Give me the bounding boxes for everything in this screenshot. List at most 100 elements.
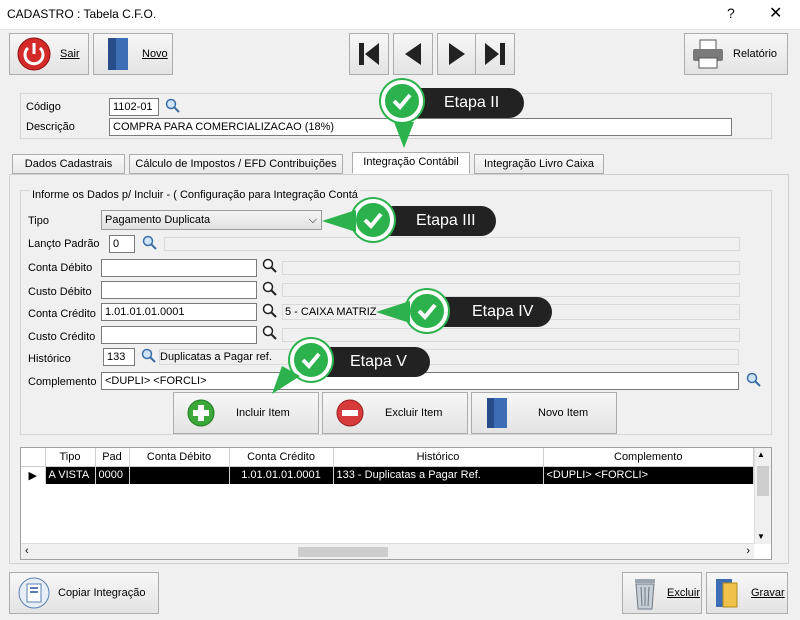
cell-complemento[interactable]: <DUPLI> <FORCLI> [543, 466, 754, 484]
complemento-label: Complemento [28, 376, 97, 388]
first-record-button[interactable] [349, 33, 389, 75]
check-badge-icon [381, 80, 423, 122]
printer-icon [693, 39, 723, 69]
cell-pad[interactable]: 0000 [95, 466, 130, 484]
novo-label: Novo [142, 48, 168, 60]
gravar-button[interactable]: Gravar [706, 572, 788, 614]
custo-credito-input[interactable] [101, 326, 257, 344]
conta-credito-input[interactable]: 1.01.01.01.0001 [101, 303, 257, 321]
search-icon[interactable] [165, 98, 181, 114]
custo-credito-description [282, 328, 740, 342]
novo-item-button[interactable]: Novo Item [471, 392, 617, 434]
magnifier-icon[interactable] [262, 258, 278, 274]
grid-header-historico[interactable]: Histórico [333, 448, 544, 467]
novo-button[interactable]: Novo [93, 33, 173, 75]
next-icon [449, 43, 465, 65]
excluir-item-button[interactable]: Excluir Item [322, 392, 468, 434]
relatorio-label: Relatório [733, 48, 778, 60]
tab-dados-cadastrais[interactable]: Dados Cadastrais [12, 154, 125, 174]
scroll-thumb[interactable] [298, 547, 388, 557]
grid-header-complemento[interactable]: Complemento [543, 448, 754, 467]
excluir-button[interactable]: Excluir [622, 572, 702, 614]
conta-debito-input[interactable] [101, 259, 257, 277]
copiar-integracao-label: Copiar Integração [58, 587, 146, 599]
search-icon[interactable] [141, 348, 157, 364]
tipo-select[interactable]: Pagamento Duplicata ⌵ [101, 210, 322, 230]
copiar-integracao-button[interactable]: Copiar Integração [9, 572, 159, 614]
incluir-item-button[interactable]: Incluir Item [173, 392, 319, 434]
custo-credito-label: Custo Crédito [28, 331, 96, 343]
checkmark-icon [417, 303, 437, 320]
codigo-input[interactable]: 1102-01 [109, 98, 159, 116]
tab-calculo-impostos[interactable]: Cálculo de Impostos / EFD Contribuições [129, 154, 343, 174]
callout-etapa-v-text: Etapa V [350, 353, 407, 370]
close-button[interactable]: ✕ [769, 3, 782, 23]
scroll-down-icon[interactable]: ▼ [757, 532, 765, 541]
gravar-label: Gravar [751, 587, 785, 599]
custo-debito-description [282, 283, 740, 297]
cell-historico[interactable]: 133 - Duplicatas a Pagar Ref. [333, 466, 544, 484]
scroll-thumb[interactable] [757, 466, 769, 496]
new-document-icon [108, 38, 128, 70]
save-documents-icon [716, 579, 738, 608]
check-badge-icon [406, 290, 448, 332]
chevron-down-icon: ⌵ [308, 214, 317, 226]
cell-tipo[interactable]: A VISTA [45, 466, 96, 484]
sair-button[interactable]: Sair [9, 33, 89, 75]
minus-icon [336, 399, 364, 427]
plus-icon [187, 399, 215, 427]
search-icon[interactable] [746, 372, 762, 388]
callout-etapa-iv-text: Etapa IV [472, 303, 534, 320]
custo-debito-input[interactable] [101, 281, 257, 299]
first-icon [359, 43, 379, 65]
excluir-item-label: Excluir Item [385, 407, 443, 419]
grid-header-conta-debito[interactable]: Conta Débito [129, 448, 230, 467]
grid-header-conta-credito[interactable]: Conta Crédito [229, 448, 334, 467]
checkmark-icon [392, 93, 412, 110]
lancto-input[interactable]: 0 [109, 235, 135, 253]
custo-debito-label: Custo Débito [28, 286, 92, 298]
magnifier-icon[interactable] [262, 281, 278, 297]
window-title: CADASTRO : Tabela C.F.O. [7, 7, 157, 21]
cell-conta-debito[interactable] [129, 466, 230, 484]
conta-debito-description [282, 261, 740, 275]
callout-pointer-iv [376, 301, 410, 323]
previous-record-button[interactable] [393, 33, 433, 75]
tab-integracao-contabil[interactable]: Integração Contábil [352, 152, 470, 174]
new-document-icon [487, 398, 507, 428]
table-row[interactable]: ▶ A VISTA 0000 1.01.01.01.0001 133 - Dup… [21, 466, 754, 484]
scroll-right-icon[interactable]: › [746, 545, 750, 557]
conta-credito-label: Conta Crédito [28, 308, 96, 320]
items-grid[interactable]: Tipo Pad Conta Débito Conta Crédito Hist… [20, 447, 772, 560]
cell-conta-credito[interactable]: 1.01.01.01.0001 [229, 466, 334, 484]
incluir-item-label: Incluir Item [236, 407, 290, 419]
title-bar: CADASTRO : Tabela C.F.O. ? ✕ [0, 0, 800, 30]
excluir-label: Excluir [667, 587, 701, 599]
tipo-label: Tipo [28, 215, 49, 227]
vertical-scrollbar[interactable]: ▲ ▼ [754, 448, 771, 544]
scroll-up-icon[interactable]: ▲ [757, 450, 765, 459]
grid-header-tipo[interactable]: Tipo [45, 448, 96, 467]
descricao-input[interactable]: COMPRA PARA COMERCIALIZACAO (18%) [109, 118, 732, 136]
historico-input[interactable]: 133 [103, 348, 135, 366]
relatorio-button[interactable]: Relatório [684, 33, 788, 75]
help-button[interactable]: ? [727, 5, 735, 21]
lancto-label: Lançto Padrão [28, 238, 100, 250]
callout-pointer-iii [322, 210, 356, 232]
historico-description: Duplicatas a Pagar ref. [159, 349, 739, 365]
grid-header-pad[interactable]: Pad [95, 448, 130, 467]
grid-row-header [21, 448, 46, 467]
novo-item-label: Novo Item [538, 407, 589, 419]
magnifier-icon[interactable] [262, 303, 278, 319]
next-record-button[interactable] [437, 33, 477, 75]
tab-integracao-livro-caixa[interactable]: Integração Livro Caixa [474, 154, 604, 174]
previous-icon [405, 43, 421, 65]
conta-debito-label: Conta Débito [28, 262, 93, 274]
magnifier-icon[interactable] [262, 325, 278, 341]
search-icon[interactable] [142, 235, 158, 251]
scroll-left-icon[interactable]: ‹ [25, 545, 29, 557]
callout-etapa-ii-text: Etapa II [444, 94, 500, 111]
horizontal-scrollbar[interactable]: ‹ › [21, 543, 754, 559]
last-record-button[interactable] [475, 33, 515, 75]
check-badge-icon [352, 199, 394, 241]
